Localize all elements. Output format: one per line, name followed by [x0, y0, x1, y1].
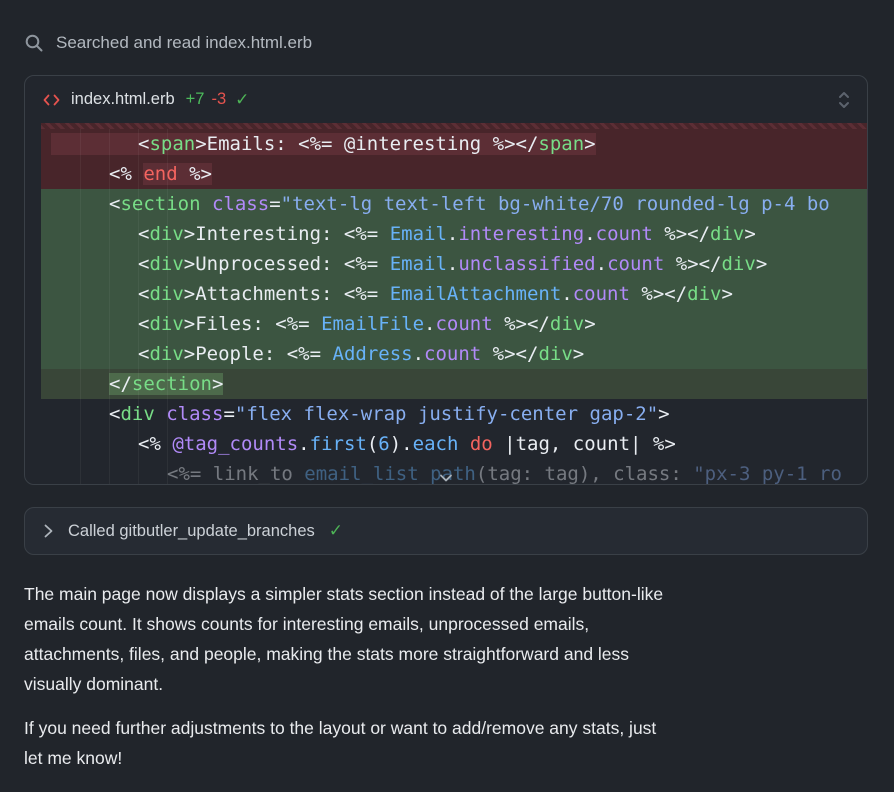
code-line: <% @tag_counts.first(6).each do |tag, co…: [41, 429, 867, 459]
code-line: <div>Attachments: <%= EmailAttachment.co…: [41, 279, 867, 309]
code-icon: [43, 93, 60, 107]
answer-paragraph: If you need further adjustments to the l…: [24, 713, 868, 773]
code-line: <span>Emails: <%= @interesting %></span>: [41, 129, 867, 159]
code-line: <div>Interesting: <%= Email.interesting.…: [41, 219, 867, 249]
diff-code-lines: <span>Emails: <%= @interesting %></span>…: [25, 129, 867, 485]
answer-paragraph: The main page now displays a simpler sta…: [24, 579, 868, 699]
chevron-down-icon[interactable]: [438, 473, 454, 483]
search-icon: [24, 33, 44, 53]
diff-card: index.html.erb +7 -3 ✓ <span>Emails: <%=…: [24, 75, 868, 485]
search-status-text: Searched and read index.html.erb: [56, 33, 312, 53]
check-icon: ✓: [329, 521, 343, 541]
chat-message: Searched and read index.html.erb index.h…: [0, 0, 894, 773]
tool-call-card[interactable]: Called gitbutler_update_branches ✓: [24, 507, 868, 555]
tool-status-row: Searched and read index.html.erb: [24, 30, 868, 56]
check-icon: ✓: [235, 90, 249, 110]
assistant-answer: The main page now displays a simpler sta…: [24, 579, 868, 773]
code-line: </section>: [41, 369, 867, 399]
code-line: <%= link_to email_list_path(tag: tag), c…: [41, 459, 867, 485]
diff-card-header[interactable]: index.html.erb +7 -3 ✓: [25, 76, 867, 123]
diff-filename: index.html.erb: [71, 90, 175, 109]
code-line: <% end %>: [41, 159, 867, 189]
code-line: <section class="text-lg text-left bg-whi…: [41, 189, 867, 219]
tool-call-label: Called gitbutler_update_branches: [68, 522, 315, 541]
chevrons-up-down-icon[interactable]: [837, 90, 851, 110]
code-line: <div>Files: <%= EmailFile.count %></div>: [41, 309, 867, 339]
chevron-right-icon: [43, 523, 54, 539]
code-line: <div>Unprocessed: <%= Email.unclassified…: [41, 249, 867, 279]
diff-additions-count: +7: [186, 90, 205, 109]
diff-deletions-count: -3: [211, 90, 226, 109]
code-line: <div>People: <%= Address.count %></div>: [41, 339, 867, 369]
code-line: <div class="flex flex-wrap justify-cente…: [41, 399, 867, 429]
diff-code-viewport[interactable]: <span>Emails: <%= @interesting %></span>…: [25, 123, 867, 485]
